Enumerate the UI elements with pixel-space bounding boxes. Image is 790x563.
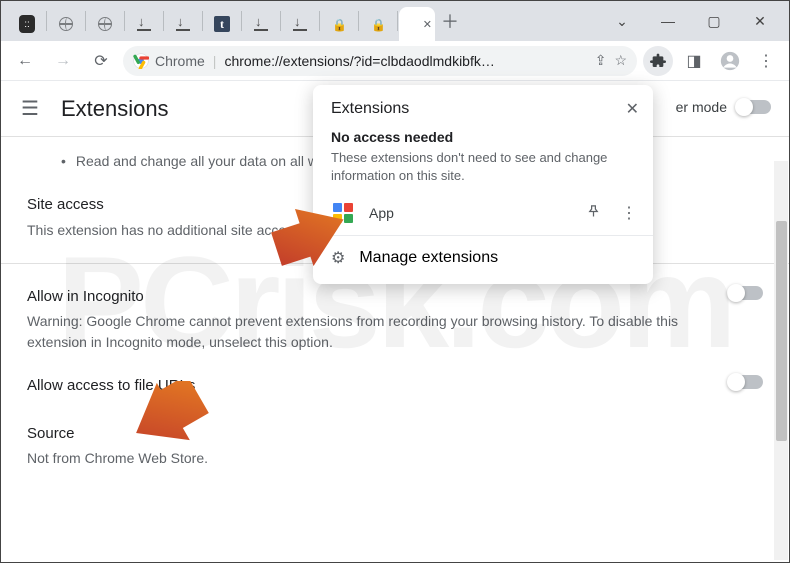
- extension-item-label: App: [369, 205, 572, 221]
- minimize-button[interactable]: —: [645, 6, 691, 36]
- arrow-annotation-1: [269, 206, 349, 266]
- incognito-title: Allow in Incognito: [27, 286, 713, 309]
- download-icon: [292, 16, 308, 32]
- incognito-text: Warning: Google Chrome cannot prevent ex…: [27, 311, 713, 353]
- close-tab-icon[interactable]: ✕: [423, 18, 432, 31]
- tab-8[interactable]: [321, 7, 357, 41]
- manage-extensions-button[interactable]: ⚙ Manage extensions: [313, 235, 653, 280]
- bookmark-icon[interactable]: ☆: [614, 52, 627, 69]
- forward-button[interactable]: →: [47, 45, 79, 77]
- tab-7[interactable]: [282, 7, 318, 41]
- tab-4[interactable]: [165, 7, 201, 41]
- chrome-menu-button[interactable]: ⋮: [751, 46, 781, 76]
- download-icon: [253, 16, 269, 32]
- tab-3[interactable]: [126, 7, 162, 41]
- extension-item-app[interactable]: App ⋮: [313, 191, 653, 235]
- source-text: Not from Chrome Web Store.: [27, 448, 763, 469]
- browser-toolbar: ← → ⟳ Chrome | chrome://extensions/?id=c…: [1, 41, 789, 81]
- chrome-icon: [133, 53, 149, 69]
- tab-5[interactable]: t: [204, 7, 240, 41]
- pin-extension-button[interactable]: [586, 204, 601, 223]
- globe-icon: [58, 16, 74, 32]
- hamburger-icon[interactable]: ☰: [21, 96, 39, 121]
- developer-mode-row: er mode: [676, 99, 771, 115]
- close-window-button[interactable]: ✕: [737, 6, 783, 36]
- profile-button[interactable]: [715, 46, 745, 76]
- dev-mode-label: er mode: [676, 99, 727, 115]
- no-access-text: These extensions don't need to see and c…: [331, 149, 635, 185]
- maximize-button[interactable]: ▢: [691, 6, 737, 36]
- tab-9[interactable]: [360, 7, 396, 41]
- popup-title: Extensions: [331, 100, 409, 118]
- scheme-label: Chrome: [155, 53, 205, 69]
- download-icon: [175, 16, 191, 32]
- tumblr-icon: t: [214, 16, 230, 32]
- developer-mode-toggle[interactable]: [737, 100, 771, 114]
- tab-6[interactable]: [243, 7, 279, 41]
- window-controls: ⌄ — ▢ ✕: [593, 1, 789, 41]
- url-text: chrome://extensions/?id=clbdaodlmdkibfk…: [224, 53, 586, 69]
- incognito-section: Allow in Incognito Warning: Google Chrom…: [27, 286, 763, 354]
- tab-2[interactable]: [87, 7, 123, 41]
- tab-active[interactable]: ✕: [399, 7, 435, 41]
- close-popup-button[interactable]: ✕: [626, 99, 639, 119]
- lock-icon: [370, 16, 386, 32]
- incognito-toggle[interactable]: [729, 286, 763, 300]
- download-icon: [136, 16, 152, 32]
- new-tab-button[interactable]: ＋: [441, 8, 459, 34]
- side-panel-button[interactable]: ◨: [679, 46, 709, 76]
- scrollbar-thumb[interactable]: [776, 221, 787, 441]
- window-titlebar: :: t ✕ ＋ ⌄ — ▢ ✕: [1, 1, 789, 41]
- share-icon[interactable]: ⇪: [595, 52, 607, 69]
- manage-extensions-label: Manage extensions: [359, 249, 498, 267]
- tab-strip: :: t ✕ ＋: [1, 1, 593, 41]
- globe-icon: [97, 16, 113, 32]
- back-button[interactable]: ←: [9, 45, 41, 77]
- page-title: Extensions: [61, 96, 169, 122]
- avatar-icon: [720, 51, 740, 71]
- arrow-annotation-2: [129, 381, 209, 447]
- lock-icon: [331, 16, 347, 32]
- extension-more-button[interactable]: ⋮: [615, 203, 643, 223]
- no-access-title: No access needed: [331, 129, 635, 145]
- file-urls-toggle[interactable]: [729, 375, 763, 389]
- reload-button[interactable]: ⟳: [85, 45, 117, 77]
- address-bar[interactable]: Chrome | chrome://extensions/?id=clbdaod…: [123, 46, 637, 76]
- bot-icon: ::: [19, 16, 35, 32]
- tab-dropdown-icon[interactable]: ⌄: [599, 6, 645, 36]
- tab-1[interactable]: [48, 7, 84, 41]
- tab-0[interactable]: ::: [9, 7, 45, 41]
- puzzle-icon: [650, 53, 666, 69]
- extensions-popup: Extensions ✕ No access needed These exte…: [313, 85, 653, 284]
- extensions-button[interactable]: [643, 46, 673, 76]
